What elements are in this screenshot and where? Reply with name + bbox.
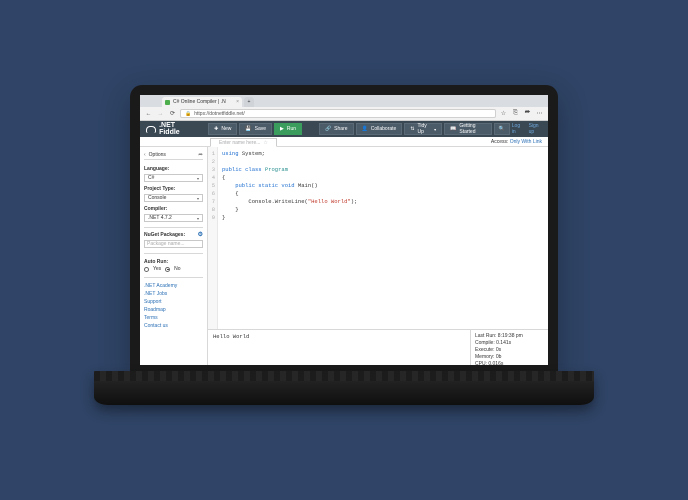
autorun-no-radio[interactable] (165, 267, 170, 272)
close-icon[interactable]: × (236, 99, 239, 105)
share-small-icon[interactable]: ⮫ (198, 152, 203, 158)
options-label: Options (149, 152, 166, 158)
language-select[interactable]: C#▾ (144, 174, 203, 182)
lock-icon: 🔒 (185, 111, 191, 117)
link-net-jobs[interactable]: .NET Jobs (144, 291, 203, 297)
code-body[interactable]: using System; public class Program { pub… (218, 147, 548, 329)
plus-icon: ✚ (214, 126, 218, 132)
brand[interactable]: .NET Fiddle (146, 122, 190, 136)
browser-tab-active[interactable]: C# Online Compiler | .N × (162, 97, 242, 107)
autorun-yes-radio[interactable] (144, 267, 149, 272)
link-support[interactable]: Support (144, 299, 203, 305)
access-label: Access: (491, 139, 509, 145)
star-icon[interactable]: ☆ (499, 109, 508, 118)
brand-text: .NET Fiddle (159, 122, 190, 136)
search-button[interactable]: 🔍 (494, 123, 510, 135)
compiler-select[interactable]: .NET 4.7.2▾ (144, 214, 203, 222)
forward-icon[interactable]: → (156, 109, 165, 118)
getting-started-button[interactable]: 📖Getting Started (444, 123, 491, 135)
back-icon[interactable]: ← (144, 109, 153, 118)
link-roadmap[interactable]: Roadmap (144, 307, 203, 313)
browser-addressbar: ← → ⟳ 🔒 https://dotnetfiddle.net/ ☆ ⎘ ⮫ … (140, 107, 548, 121)
login-link[interactable]: Log in (512, 123, 523, 135)
output-panel: Hello World Last Run: 8:19:38 pm Compile… (208, 329, 548, 365)
laptop-mockup: C# Online Compiler | .N × + ← → ⟳ 🔒 http… (130, 85, 558, 415)
editor-area: 123456789 using System; public class Pro… (208, 147, 548, 365)
book-icon: 📖 (450, 126, 456, 132)
main: ‹ Options ⮫ Language: C#▾ Project Type: … (140, 147, 548, 365)
access-control[interactable]: Access: Only With Link (491, 139, 542, 145)
url-input[interactable]: 🔒 https://dotnetfiddle.net/ (180, 109, 496, 118)
search-icon: 🔍 (499, 126, 505, 132)
signup-link[interactable]: Sign up (529, 123, 542, 135)
sidebar: ‹ Options ⮫ Language: C#▾ Project Type: … (140, 147, 208, 365)
nuget-label: NuGet Packages: (144, 232, 185, 238)
sidebar-header[interactable]: ‹ Options ⮫ (144, 150, 203, 160)
file-bar: Enter name here... ☆ Access: Only With L… (140, 137, 548, 147)
sidebar-links: .NET Academy .NET Jobs Support Roadmap T… (144, 277, 203, 331)
share-button[interactable]: 🔗Share (319, 123, 354, 135)
filename-placeholder: Enter name here... (219, 140, 260, 146)
save-icon: 💾 (245, 126, 251, 132)
filename-input[interactable]: Enter name here... ☆ (210, 138, 277, 147)
console-output: Hello World (208, 330, 470, 365)
compiler-label: Compiler: (144, 206, 203, 212)
tab-favicon-icon (165, 100, 170, 105)
line-gutter: 123456789 (208, 147, 218, 329)
reading-icon[interactable]: ⎘ (511, 109, 520, 118)
tidy-button[interactable]: ⇅Tidy Up▾ (404, 123, 442, 135)
access-value: Only With Link (510, 139, 542, 145)
tab-title: C# Online Compiler | .N (173, 99, 226, 105)
collaborate-button[interactable]: 👤Collaborate (356, 123, 403, 135)
run-stats: Last Run: 8:19:38 pm Compile: 0.141s Exe… (470, 330, 548, 365)
save-button[interactable]: 💾Save (239, 123, 272, 135)
url-text: https://dotnetfiddle.net/ (194, 111, 245, 117)
new-tab-button[interactable]: + (244, 97, 254, 107)
nuget-search-input[interactable]: Package name... (144, 240, 203, 248)
chevron-down-icon: ▾ (434, 127, 436, 132)
gear-icon[interactable]: ⚙ (198, 231, 203, 238)
link-icon: 🔗 (325, 126, 331, 132)
play-icon: ▶ (280, 126, 284, 132)
link-terms[interactable]: Terms (144, 315, 203, 321)
run-button[interactable]: ▶Run (274, 123, 302, 135)
menu-icon[interactable]: ⋯ (535, 109, 544, 118)
code-editor[interactable]: 123456789 using System; public class Pro… (208, 147, 548, 329)
favorite-icon[interactable]: ☆ (263, 140, 267, 146)
screen: C# Online Compiler | .N × + ← → ⟳ 🔒 http… (140, 95, 548, 365)
user-icon: 👤 (362, 126, 368, 132)
app-toolbar: .NET Fiddle ✚New 💾Save ▶Run 🔗Share 👤Coll… (140, 121, 548, 137)
autorun-label: Auto Run: (144, 259, 203, 265)
share-icon[interactable]: ⮫ (523, 109, 532, 118)
reload-icon[interactable]: ⟳ (168, 109, 177, 118)
broom-icon: ⇅ (410, 126, 414, 132)
browser-tabbar: C# Online Compiler | .N × + (140, 95, 548, 107)
chevron-down-icon: ▾ (197, 196, 199, 201)
screen-bezel: C# Online Compiler | .N × + ← → ⟳ 🔒 http… (130, 85, 558, 375)
link-contact[interactable]: Contact us (144, 323, 203, 329)
cloud-icon (146, 126, 156, 133)
link-net-academy[interactable]: .NET Academy (144, 283, 203, 289)
chevron-down-icon: ▾ (197, 176, 199, 181)
laptop-base (94, 371, 594, 405)
new-button[interactable]: ✚New (208, 123, 237, 135)
language-label: Language: (144, 166, 203, 172)
chevron-down-icon: ▾ (197, 216, 199, 221)
chevron-left-icon: ‹ (144, 152, 146, 158)
project-type-select[interactable]: Console▾ (144, 194, 203, 202)
project-type-label: Project Type: (144, 186, 203, 192)
